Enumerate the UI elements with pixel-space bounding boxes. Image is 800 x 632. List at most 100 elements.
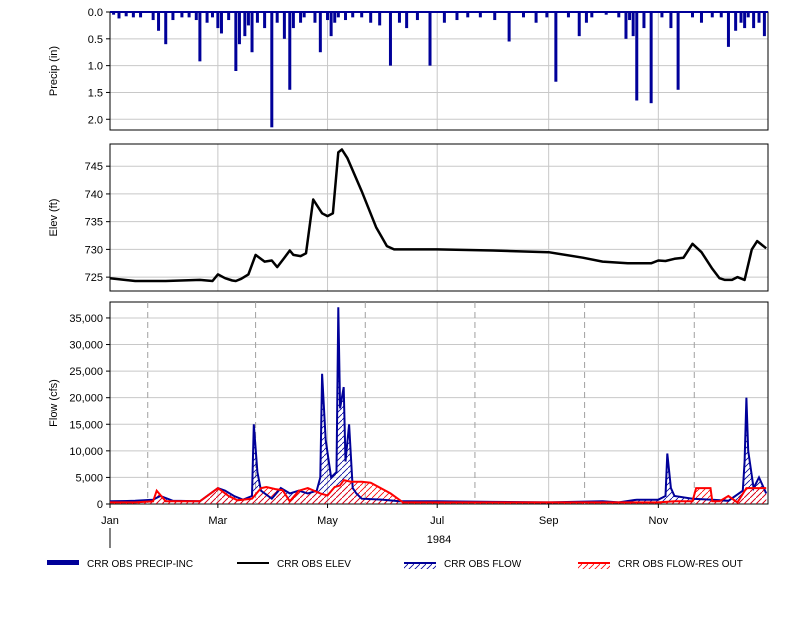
legend-label: CRR OBS ELEV	[277, 559, 351, 570]
precip-panel: 0.0 0.5 1.0 1.5 2.0 Precip (in)	[48, 7, 769, 131]
precip-bar	[291, 12, 295, 29]
precip-bar	[388, 12, 392, 66]
precip-bar	[205, 12, 209, 23]
precip-bar	[699, 12, 703, 23]
precip-ylabel: Precip (in)	[48, 46, 60, 96]
precip-bar	[428, 12, 432, 66]
legend: CRR OBS PRECIP-INC CRR OBS ELEV CRR OBS FL…	[47, 559, 743, 570]
precip-bar	[397, 12, 401, 23]
precip-bar	[275, 12, 279, 23]
precip-bar	[405, 12, 409, 29]
precip-bar	[624, 12, 628, 39]
flow-ytick-label: 35,000	[69, 313, 103, 325]
precip-bar	[313, 12, 317, 23]
precip-bar	[263, 12, 267, 29]
flow-ytick-label: 5,000	[75, 472, 103, 484]
precip-bar	[415, 12, 419, 21]
xtick-label: Jan	[101, 515, 119, 527]
flow-ytick-label: 25,000	[69, 366, 103, 378]
precip-bar	[219, 12, 223, 34]
precip-bar	[216, 12, 220, 29]
precip-bar	[442, 12, 446, 23]
precip-bar	[237, 12, 241, 45]
precip-bar	[344, 12, 348, 21]
flow-ytick-label: 0	[97, 499, 103, 511]
xtick-label: Sep	[539, 515, 559, 527]
precip-bar	[194, 12, 198, 21]
flow-ytick-label: 30,000	[69, 340, 103, 352]
precip-bar	[752, 12, 756, 29]
precip-bar	[757, 12, 761, 23]
precip-bar	[164, 12, 168, 45]
time-axis: Jan Mar May Jul Sep Nov 1984	[101, 504, 669, 548]
legend-swatch-precip	[47, 560, 79, 565]
precip-bar	[584, 12, 588, 23]
year-label: 1984	[427, 534, 451, 546]
elev-panel: 725 730 735 740 745 Elev (ft)	[48, 143, 769, 292]
legend-label: CRR OBS PRECIP-INC	[87, 559, 193, 570]
precip-bar	[151, 12, 155, 21]
precip-bar	[577, 12, 581, 37]
elev-ytick-label: 735	[85, 217, 103, 229]
precip-ytick-label: 1.5	[88, 87, 103, 99]
precip-bar	[734, 12, 738, 31]
precip-bar	[743, 12, 747, 29]
precip-ytick-label: 0.5	[88, 34, 103, 46]
precip-bar	[493, 12, 497, 21]
precip-bar	[631, 12, 635, 37]
flow-ylabel: Flow (cfs)	[48, 379, 60, 427]
precip-bar	[669, 12, 673, 29]
flow-ytick-label: 15,000	[69, 419, 103, 431]
precip-bar	[378, 12, 382, 26]
precip-bar	[726, 12, 730, 47]
precip-bar	[329, 12, 333, 37]
precip-frame	[109, 11, 769, 131]
elev-ytick-label: 725	[85, 272, 103, 284]
precip-ytick-label: 2.0	[88, 114, 103, 126]
xtick-label: Nov	[649, 515, 669, 527]
precip-bar	[157, 12, 161, 31]
xtick-label: Jul	[430, 515, 444, 527]
chart-root: 0.0 0.5 1.0 1.5 2.0 Precip (in) 725 730 735 740 7…	[0, 0, 800, 627]
legend-label: CRR OBS FLOW	[444, 559, 522, 570]
precip-bar	[270, 12, 274, 128]
precip-bar	[455, 12, 459, 21]
precip-bar	[762, 12, 766, 37]
precip-bar	[255, 12, 259, 23]
elev-line	[109, 148, 767, 283]
xtick-label: Mar	[208, 515, 227, 527]
precip-bar	[649, 12, 653, 104]
elev-ylabel: Elev (ft)	[48, 199, 60, 237]
flow-panel: 0 5,000 10,000 15,000 20,000 25,000 30,000 35,0…	[48, 301, 769, 511]
precip-bar	[299, 12, 303, 23]
precip-bar	[250, 12, 254, 53]
precip-bar	[227, 12, 231, 21]
precip-bar	[534, 12, 538, 23]
precip-bar	[628, 12, 632, 21]
elev-ytick-label: 730	[85, 244, 103, 256]
precip-bar	[635, 12, 639, 101]
precip-bar	[554, 12, 558, 82]
xtick-label: May	[317, 515, 338, 527]
legend-label: CRR OBS FLOW-RES OUT	[618, 559, 743, 570]
precip-bar	[642, 12, 646, 29]
flow-ytick-label: 10,000	[69, 446, 103, 458]
precip-bar	[676, 12, 680, 90]
precip-bar	[234, 12, 238, 71]
precip-bar	[318, 12, 322, 53]
chart-svg: 0.00.51.01.52.0Precip (in) 7257307357407…	[47, 7, 769, 570]
precip-bar	[198, 12, 202, 62]
elev-ytick-label: 740	[85, 189, 103, 201]
precip-bar	[288, 12, 292, 90]
elev-ytick-label: 745	[85, 161, 103, 173]
precip-bar	[333, 12, 337, 23]
precip-bar	[369, 12, 373, 23]
precip-bar	[243, 12, 247, 37]
flow-area	[110, 307, 767, 504]
precip-bar	[507, 12, 511, 42]
precip-bar	[246, 12, 250, 26]
precip-bar	[282, 12, 286, 39]
flow-ytick-label: 20,000	[69, 393, 103, 405]
precip-bar	[739, 12, 743, 23]
precip-ytick-label: 1.0	[88, 61, 103, 73]
